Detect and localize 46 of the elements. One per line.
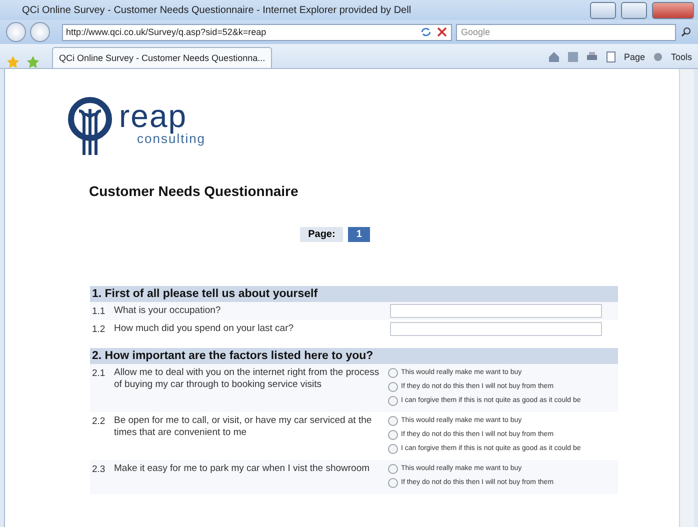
answer-field[interactable] xyxy=(390,322,602,336)
question-text: How much did you spend on your last car? xyxy=(114,322,295,336)
section-header: 2. How important are the factors listed here to you? xyxy=(90,348,618,364)
radio-button[interactable] xyxy=(388,430,398,440)
question-number: 2.2 xyxy=(91,415,106,429)
tools-menu[interactable]: Tools xyxy=(670,52,692,62)
star-icon[interactable] xyxy=(6,56,20,68)
page-menu[interactable]: Page xyxy=(624,52,645,62)
url-text: http://www.qci.co.uk/Survey/q.asp?sid=52&k=reap xyxy=(66,27,268,37)
answer-field[interactable] xyxy=(390,304,602,318)
scroll-bar[interactable] xyxy=(679,69,694,527)
radio-button[interactable] xyxy=(388,444,398,454)
page-label: Page: xyxy=(300,227,344,242)
radio-button[interactable] xyxy=(388,396,398,406)
radio-button[interactable] xyxy=(388,368,398,378)
home-icon[interactable] xyxy=(548,51,560,63)
printer-icon[interactable] xyxy=(586,51,598,63)
search-icon[interactable] xyxy=(680,26,692,38)
page-icon[interactable] xyxy=(604,51,617,63)
radio-button[interactable] xyxy=(388,464,398,474)
close-button[interactable] xyxy=(652,2,694,18)
question-text: Be open for me to call, or visit, or have my car serviced at the times that are convenient to me xyxy=(114,414,373,440)
section-header: 1. First of all please tell us about yourself xyxy=(90,286,618,302)
forward-button[interactable] xyxy=(30,22,50,42)
page-number[interactable]: 1 xyxy=(348,227,370,242)
search-field[interactable]: Google xyxy=(456,24,676,40)
page-heading: Customer Needs Questionnaire xyxy=(89,183,300,199)
question-number: 1.2 xyxy=(91,323,106,336)
window-title: QCi Online Survey - Customer Needs Questionnaire - Internet Explorer provided by Dell xyxy=(22,4,412,16)
question-text: Allow me to deal with you on the internet right from the process of buying my car through to booking service visits xyxy=(114,366,380,392)
radio-button[interactable] xyxy=(388,478,398,488)
logo-icon xyxy=(65,95,115,157)
question-text: What is your occupation? xyxy=(114,304,222,318)
question-number: 1.1 xyxy=(91,305,106,318)
back-button[interactable] xyxy=(6,22,26,42)
refresh-icon[interactable] xyxy=(420,26,432,38)
address-field[interactable]: http://www.qci.co.uk/Survey/q.asp?sid=52&k=reap xyxy=(62,24,452,40)
minimize-button[interactable] xyxy=(590,2,616,18)
question-text: Make it easy for me to park my car when I vist the showroom xyxy=(114,462,371,476)
maximize-button[interactable] xyxy=(621,2,647,18)
radio-button[interactable] xyxy=(388,416,398,426)
browser-tab[interactable]: QCi Online Survey - Customer Needs Questionna... xyxy=(52,47,272,68)
radio-button[interactable] xyxy=(388,382,398,392)
question-number: 2.3 xyxy=(91,463,106,477)
stop-icon[interactable] xyxy=(436,26,448,38)
question-number: 2.1 xyxy=(91,367,106,381)
